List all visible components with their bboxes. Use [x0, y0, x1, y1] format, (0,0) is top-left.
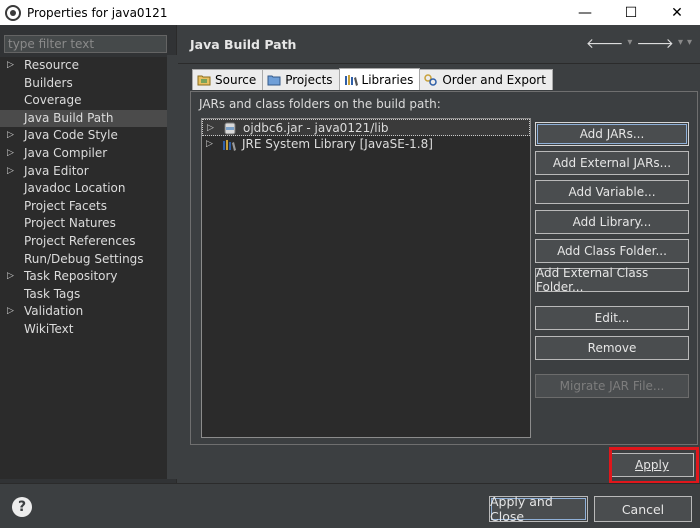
expand-arrow-icon[interactable]: ▷: [7, 163, 14, 181]
apply-highlight-box: [609, 447, 699, 484]
libraries-tab-panel: JARs and class folders on the build path…: [190, 91, 698, 445]
sidebar-item-task-tags[interactable]: Task Tags: [0, 286, 170, 304]
list-item-ojdbc6-jar[interactable]: ▷ ojdbc6.jar - java0121/lib: [202, 119, 530, 136]
source-folder-icon: [197, 75, 211, 86]
expand-arrow-icon[interactable]: ▷: [7, 268, 14, 286]
tab-label: Order and Export: [442, 73, 546, 87]
sidebar-item-javadoc-location[interactable]: Javadoc Location: [0, 180, 170, 198]
forward-arrow-icon[interactable]: 🡒: [636, 35, 674, 52]
add-class-folder-button[interactable]: Add Class Folder...: [535, 239, 689, 263]
tab-libraries[interactable]: Libraries: [338, 68, 421, 90]
sidebar-item-project-facets[interactable]: Project Facets: [0, 198, 170, 216]
title-divider: [178, 63, 700, 64]
build-path-library-list[interactable]: ▷ ojdbc6.jar - java0121/lib ▷ JRE System…: [201, 118, 531, 438]
sidebar-item-label: Builders: [24, 75, 73, 90]
back-menu-icon[interactable]: ▾: [627, 37, 632, 52]
sidebar-item-label: Run/Debug Settings: [24, 251, 144, 266]
sidebar-item-resource[interactable]: ▷ Resource: [0, 57, 170, 75]
expand-arrow-icon[interactable]: ▷: [7, 127, 14, 145]
maximize-button[interactable]: ☐: [608, 0, 654, 25]
forward-menu-icon[interactable]: ▾: [678, 37, 683, 52]
cancel-button[interactable]: Cancel: [594, 496, 692, 522]
page-title: Java Build Path: [190, 37, 297, 52]
libraries-icon: [344, 74, 358, 86]
add-external-class-folder-button[interactable]: Add External Class Folder...: [535, 266, 689, 294]
sidebar-item-label: Java Build Path: [24, 110, 114, 125]
list-item-jre-system-library[interactable]: ▷ JRE System Library [JavaSE-1.8]: [202, 136, 530, 153]
libraries-heading: JARs and class folders on the build path…: [199, 97, 441, 111]
property-pages-tree: ▷ Resource Builders Coverage Java Build Path…: [0, 57, 170, 479]
expand-arrow-icon[interactable]: ▷: [207, 120, 214, 137]
sidebar-item-java-editor[interactable]: ▷ Java Editor: [0, 163, 170, 181]
remove-button[interactable]: Remove: [535, 336, 689, 360]
library-label: JRE System Library [JavaSE-1.8]: [242, 137, 433, 151]
tab-source[interactable]: Source: [192, 69, 264, 90]
dialog-footer: ? Apply and Close Cancel: [0, 483, 700, 528]
tab-order-and-export[interactable]: Order and Export: [419, 69, 553, 90]
sidebar-item-label: Javadoc Location: [24, 181, 126, 196]
add-library-button[interactable]: Add Library...: [535, 210, 689, 234]
add-jars-button[interactable]: Add JARs...: [535, 122, 689, 146]
expand-arrow-icon[interactable]: ▷: [7, 145, 14, 163]
sidebar-item-validation[interactable]: ▷ Validation: [0, 303, 170, 321]
view-menu-icon[interactable]: ▾: [687, 37, 692, 52]
apply-and-close-button[interactable]: Apply and Close: [489, 494, 588, 524]
tab-label: Source: [215, 73, 257, 87]
sidebar-item-project-references[interactable]: Project References: [0, 233, 170, 251]
sidebar-item-label: Java Editor: [24, 163, 89, 178]
sidebar-item-wikitext[interactable]: WikiText: [0, 321, 170, 339]
eclipse-app-icon: [5, 4, 21, 21]
sidebar-item-label: Coverage: [24, 93, 82, 108]
sidebar-item-run-debug-settings[interactable]: Run/Debug Settings: [0, 251, 170, 269]
help-icon[interactable]: ?: [12, 497, 32, 517]
tree-scrollbar[interactable]: [167, 55, 177, 479]
window-controls: — ☐ ✕: [562, 0, 700, 25]
library-icon: [223, 140, 236, 151]
add-variable-button[interactable]: Add Variable...: [535, 180, 689, 204]
page-content: Java Build Path 🡐 ▾ 🡒 ▾ ▾ Source Project…: [178, 25, 700, 483]
tab-projects[interactable]: Projects: [262, 69, 340, 90]
sidebar-item-label: Java Compiler: [24, 145, 108, 160]
sidebar-item-label: Project Facets: [24, 198, 107, 213]
sidebar-item-label: WikiText: [24, 321, 74, 336]
expand-arrow-icon[interactable]: ▷: [7, 303, 14, 321]
sidebar-item-java-compiler[interactable]: ▷ Java Compiler: [0, 145, 170, 163]
sidebar-item-label: Java Code Style: [24, 128, 118, 143]
tab-label: Libraries: [361, 72, 414, 87]
add-external-jars-button[interactable]: Add External JARs...: [535, 151, 689, 175]
sidebar-item-label: Project Natures: [24, 216, 116, 231]
window-title: Properties for java0121: [27, 5, 168, 20]
library-label: ojdbc6.jar - java0121/lib: [243, 121, 389, 135]
tab-label: Projects: [285, 73, 333, 87]
filter-input[interactable]: [4, 35, 167, 53]
sidebar-item-coverage[interactable]: Coverage: [0, 92, 170, 110]
sidebar-item-label: Task Tags: [24, 286, 81, 301]
jar-icon: [224, 122, 236, 135]
sidebar-item-task-repository[interactable]: ▷ Task Repository: [0, 268, 170, 286]
sidebar-item-project-natures[interactable]: Project Natures: [0, 215, 170, 233]
sidebar-item-label: Task Repository: [24, 269, 118, 284]
window-titlebar: Properties for java0121 — ☐ ✕: [0, 0, 700, 25]
expand-arrow-icon[interactable]: ▷: [206, 136, 213, 153]
order-export-icon: [424, 74, 438, 86]
projects-icon: [267, 75, 281, 86]
minimize-button[interactable]: —: [562, 0, 608, 25]
sidebar-item-builders[interactable]: Builders: [0, 75, 170, 93]
sidebar-item-label: Validation: [24, 304, 84, 319]
migrate-jar-file-button: Migrate JAR File...: [535, 374, 689, 398]
edit-button[interactable]: Edit...: [535, 306, 689, 330]
build-path-tabs: Source Projects Libraries Order and Expo…: [192, 68, 553, 91]
close-button[interactable]: ✕: [654, 0, 700, 25]
expand-arrow-icon[interactable]: ▷: [7, 57, 14, 75]
sidebar-item-label: Resource: [24, 58, 80, 72]
property-pages-panel: ▷ Resource Builders Coverage Java Build Path…: [0, 25, 177, 483]
back-arrow-icon[interactable]: 🡐: [586, 35, 624, 52]
sidebar-item-label: Project References: [24, 233, 136, 248]
page-navigation: 🡐 ▾ 🡒 ▾ ▾: [586, 35, 692, 52]
sidebar-item-java-build-path[interactable]: Java Build Path: [0, 109, 170, 128]
sidebar-item-java-code-style[interactable]: ▷ Java Code Style: [0, 127, 170, 145]
